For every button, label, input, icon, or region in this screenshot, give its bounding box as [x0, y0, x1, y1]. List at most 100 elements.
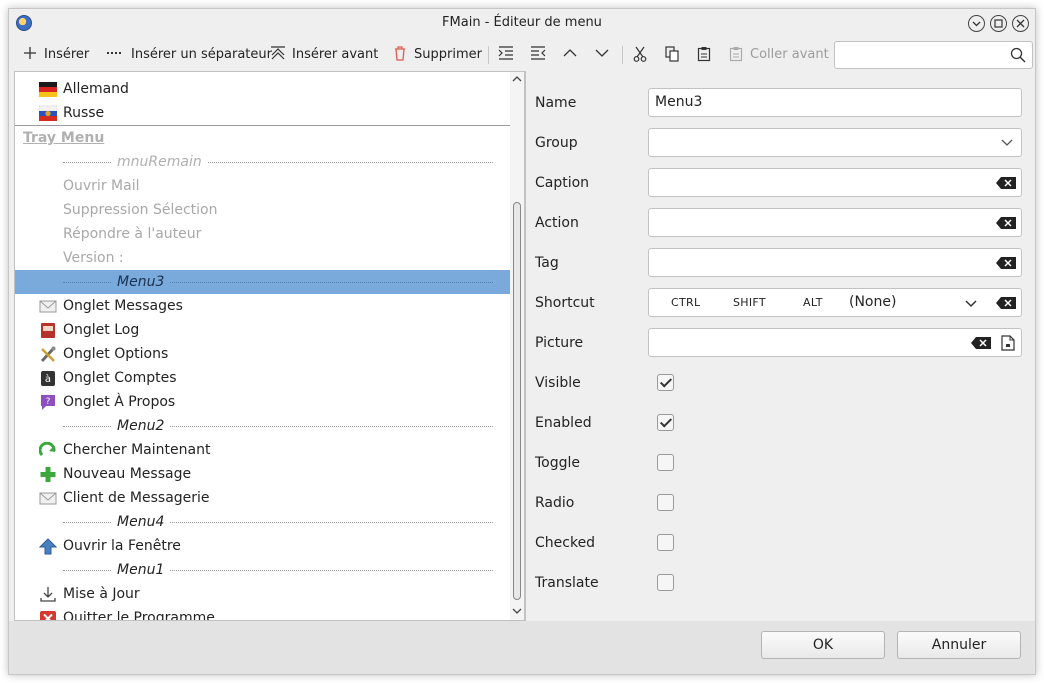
checked-checkbox[interactable] [657, 534, 674, 551]
list-item[interactable]: à Onglet Comptes [15, 366, 510, 390]
paste-before-button[interactable]: Coller avant [728, 42, 829, 66]
list-item[interactable]: ? Onglet À Propos [15, 390, 510, 414]
clear-text-icon[interactable] [996, 297, 1016, 309]
name-value: Menu3 [655, 94, 703, 110]
separator-item-selected[interactable]: Menu3 [15, 270, 510, 294]
list-item[interactable]: Mise à Jour [15, 582, 510, 606]
clear-text-icon[interactable] [971, 337, 991, 349]
file-open-icon[interactable] [1001, 335, 1015, 351]
cancel-button[interactable]: Annuler [897, 631, 1021, 659]
scissors-icon [632, 46, 648, 62]
list-item[interactable]: Onglet Log [15, 318, 510, 342]
list-item[interactable]: Répondre à l'auteur [15, 222, 510, 246]
insert-before-label: Insérer avant [292, 46, 379, 62]
menu-editor-window: FMain - Éditeur de menu Insérer Insérer … [8, 8, 1036, 675]
list-item[interactable]: Onglet Options [15, 342, 510, 366]
copy-button[interactable] [664, 42, 686, 66]
visible-checkbox[interactable] [657, 374, 674, 391]
maximize-icon[interactable] [990, 15, 1007, 32]
action-field[interactable] [648, 208, 1022, 237]
list-item[interactable]: Onglet Messages [15, 294, 510, 318]
toolbar: Insérer Insérer un séparateur Insérer av… [14, 38, 1033, 71]
list-item[interactable]: Nouveau Message [15, 462, 510, 486]
caption-label: Caption [535, 175, 590, 191]
list-item[interactable]: Version : [15, 246, 510, 270]
envelope-icon [39, 300, 57, 313]
minimize-icon[interactable] [968, 15, 985, 32]
dotted-line-icon [105, 46, 125, 62]
toggle-label: Toggle [535, 455, 581, 471]
clear-text-icon[interactable] [996, 257, 1016, 269]
translate-checkbox[interactable] [657, 574, 674, 591]
paste-before-label: Coller avant [750, 46, 829, 62]
flag-russia-icon [39, 105, 57, 121]
group-combo[interactable] [648, 128, 1022, 157]
svg-text:?: ? [46, 397, 51, 407]
scrollbar-thumb[interactable] [513, 202, 521, 600]
tag-field[interactable] [648, 248, 1022, 277]
move-up-button[interactable] [562, 42, 584, 66]
insert-above-icon [270, 46, 286, 62]
list-item[interactable]: Ouvrir Mail [15, 174, 510, 198]
delete-button[interactable]: Supprimer [392, 42, 482, 66]
separator-item[interactable]: Menu1 [15, 558, 510, 582]
scroll-up-icon[interactable] [511, 74, 523, 86]
scroll-down-icon[interactable] [511, 606, 523, 618]
svg-text:à: à [45, 373, 51, 385]
paste-button[interactable] [696, 42, 718, 66]
property-editor: Name Menu3 Group Caption Action Tag Shor… [526, 71, 1031, 621]
insert-before-button[interactable]: Insérer avant [270, 42, 378, 66]
toggle-checkbox[interactable] [657, 454, 674, 471]
chevron-down-icon [594, 46, 610, 62]
list-item[interactable]: Client de Messagerie [15, 486, 510, 510]
checked-label: Checked [535, 535, 596, 551]
plus-icon [40, 467, 56, 482]
separator-item[interactable]: Menu2 [15, 414, 510, 438]
indent-button[interactable] [498, 42, 520, 66]
translate-label: Translate [535, 575, 599, 591]
move-down-button[interactable] [594, 42, 616, 66]
insert-label: Insérer [44, 46, 90, 62]
book-icon [41, 323, 55, 338]
list-item[interactable]: Suppression Sélection [15, 198, 510, 222]
caption-field[interactable] [648, 168, 1022, 197]
picture-label: Picture [535, 335, 584, 351]
shift-toggle[interactable]: SHIFT [733, 296, 766, 309]
ctrl-toggle[interactable]: CTRL [671, 296, 700, 309]
tag-label: Tag [535, 255, 559, 271]
window-title: FMain - Éditeur de menu [442, 15, 602, 30]
chevron-down-icon[interactable] [965, 297, 977, 309]
list-item[interactable]: Allemand [15, 77, 510, 101]
list-item[interactable]: Chercher Maintenant [15, 438, 510, 462]
search-input[interactable] [834, 41, 1033, 69]
unindent-button[interactable] [530, 42, 552, 66]
alt-toggle[interactable]: ALT [803, 296, 823, 309]
picture-field[interactable] [648, 328, 1022, 357]
shortcut-key-value[interactable]: (None) [849, 294, 896, 310]
ok-button[interactable]: OK [761, 631, 885, 659]
clear-text-icon[interactable] [996, 177, 1016, 189]
trash-icon [392, 46, 408, 62]
account-icon: à [41, 371, 55, 386]
list-item[interactable]: Russe [15, 101, 510, 125]
separator-item[interactable]: Menu4 [15, 510, 510, 534]
menu-tree[interactable]: Allemand Russe Tray Menu mnuRemain Ouvri… [14, 71, 525, 621]
clear-text-icon[interactable] [996, 217, 1016, 229]
shortcut-field[interactable]: CTRL SHIFT ALT (None) [648, 288, 1022, 317]
name-field[interactable]: Menu3 [648, 88, 1022, 117]
group-label: Group [535, 135, 578, 151]
close-icon[interactable] [1012, 15, 1029, 32]
list-item[interactable]: Quitter le Programme [15, 606, 510, 620]
radio-checkbox[interactable] [657, 494, 674, 511]
insert-separator-button[interactable]: Insérer un séparateur [105, 42, 272, 66]
separator-item[interactable]: mnuRemain [15, 150, 510, 174]
name-label: Name [535, 95, 577, 111]
insert-button[interactable]: Insérer [22, 42, 89, 66]
list-item[interactable]: Ouvrir la Fenêtre [15, 534, 510, 558]
tree-section-header[interactable]: Tray Menu [15, 126, 510, 150]
enabled-checkbox[interactable] [657, 414, 674, 431]
refresh-icon [39, 442, 56, 457]
tree-scrollbar[interactable] [510, 72, 524, 620]
cut-button[interactable] [632, 42, 654, 66]
enabled-label: Enabled [535, 415, 592, 431]
